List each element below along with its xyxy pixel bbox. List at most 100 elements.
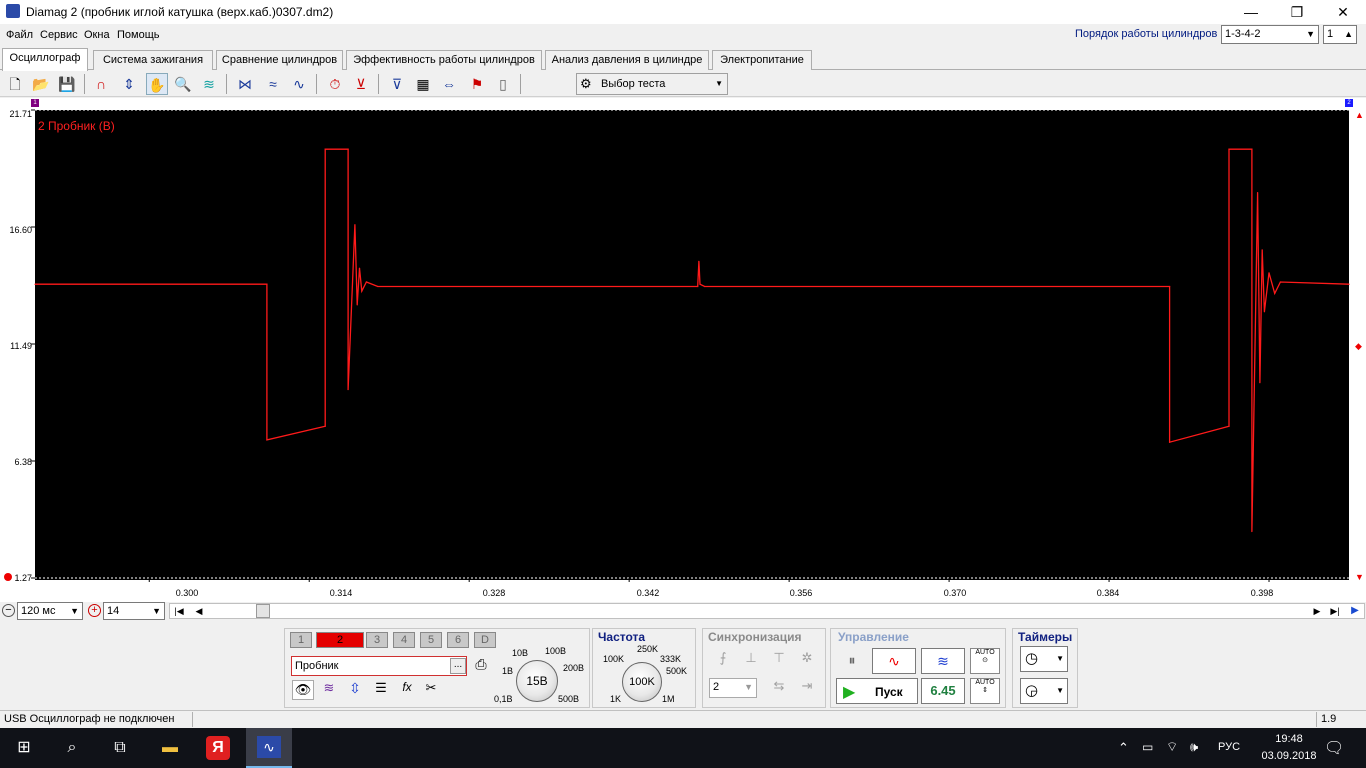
zero-level-icon[interactable]: ⊻	[350, 73, 372, 95]
tab-cylinder-compare[interactable]: Сравнение цилиндров	[216, 50, 343, 70]
minimize-button[interactable]: —	[1228, 0, 1274, 24]
tools-icon[interactable]: ✂	[420, 680, 442, 700]
channel-3-button[interactable]: 3	[366, 632, 388, 648]
scroll-thumb[interactable]	[256, 604, 270, 618]
notifications-icon[interactable]: 🗨	[1324, 738, 1344, 758]
search-icon[interactable]: ⌕	[60, 736, 84, 760]
auto-scale-icon[interactable]: ⏱	[324, 73, 346, 95]
scroll-first-icon[interactable]: |◀	[170, 604, 188, 618]
document-icon[interactable]: ▯	[492, 73, 514, 95]
channel-number-select[interactable]: 14 ▼	[103, 602, 165, 620]
yandex-browser-icon[interactable]: Я	[206, 736, 230, 760]
wave-compress-icon[interactable]: ⋈	[234, 73, 256, 95]
cursor-icon[interactable]: ⇕	[118, 73, 140, 95]
sync-rise-icon[interactable]: ⨍	[712, 650, 734, 670]
timer-2-button[interactable]: ◶ ▼	[1020, 678, 1068, 704]
scroll-right-icon[interactable]: ▶	[1308, 604, 1326, 618]
function-icon[interactable]: fx	[396, 680, 418, 700]
zoom-icon[interactable]: 🔍	[172, 73, 194, 95]
taskbar	[0, 728, 1366, 768]
timer-1-button[interactable]: ◷ ▼	[1020, 646, 1068, 672]
tab-ignition[interactable]: Система зажигания	[93, 50, 213, 70]
channel-1-button[interactable]: 1	[290, 632, 312, 648]
battery-icon[interactable]: ▭	[1142, 740, 1153, 754]
play-forward-icon[interactable]: ▶	[1346, 604, 1364, 618]
noise-wave-button[interactable]: ≋	[921, 648, 965, 674]
tab-pressure-analysis[interactable]: Анализ давления в цилиндре	[545, 50, 709, 70]
channel-d-button[interactable]: D	[474, 632, 496, 648]
clock-time[interactable]: 19:48	[1262, 733, 1316, 745]
toolbar-separator	[378, 74, 379, 94]
probe-more-button[interactable]: ...	[450, 658, 466, 674]
menu-file[interactable]: Файл	[6, 29, 33, 41]
noise-wave-icon[interactable]: ≋	[318, 680, 340, 700]
filter-icon[interactable]: ≋	[198, 73, 220, 95]
tray-expand-icon[interactable]: ⌃	[1118, 740, 1129, 756]
channel-5-button[interactable]: 5	[420, 632, 442, 648]
close-button[interactable]: ✕	[1320, 0, 1366, 24]
zoom-in-icon[interactable]: +	[88, 604, 101, 617]
auto-level-button[interactable]: AUTO ⇕	[970, 678, 1000, 704]
sync-spark-icon[interactable]: ✲	[796, 650, 818, 670]
voltage-knob[interactable]: 15В	[516, 660, 558, 702]
wave-overlay-icon[interactable]: ∿	[288, 73, 310, 95]
run-button[interactable]: ▶ Пуск	[836, 678, 918, 704]
diamag-taskbar-item[interactable]: ∿	[246, 728, 292, 768]
pause-icon[interactable]: ⏸	[838, 648, 866, 674]
test-select[interactable]: ⚙ Выбор теста ▼	[576, 73, 728, 95]
file-explorer-icon[interactable]: ▬	[158, 736, 182, 760]
volume-icon[interactable]: 🕪	[1190, 739, 1198, 755]
menu-help[interactable]: Помощь	[117, 29, 160, 41]
sync-fall-icon[interactable]: ⊤	[768, 650, 790, 670]
language-indicator[interactable]: РУС	[1218, 741, 1240, 753]
zoom-out-icon[interactable]: −	[2, 604, 15, 617]
timebase-select[interactable]: 120 мс ▼	[17, 602, 83, 620]
sync-front-icon[interactable]: ⊥	[740, 650, 762, 670]
probe-settings-icon[interactable]: ⎙	[471, 656, 491, 676]
channel-2-button[interactable]: 2	[316, 632, 364, 648]
table-icon[interactable]: ▦	[412, 73, 434, 95]
vertical-scale-icon[interactable]: ⇳	[344, 680, 366, 700]
auto-sync-button[interactable]: AUTO ⊙	[970, 648, 1000, 674]
horizontal-scrollbar[interactable]: |◀ ◀ ▶ ▶| ▶	[169, 603, 1365, 619]
sync-level-icon[interactable]: ⇆	[768, 678, 790, 698]
sync-center-icon[interactable]: ⇥	[796, 678, 818, 698]
wave-stack-icon[interactable]: ≈	[262, 73, 284, 95]
signal-icon[interactable]: ∩	[90, 73, 112, 95]
tab-oscilloscope[interactable]: Осциллограф	[2, 48, 88, 71]
new-file-icon[interactable]: 🗋	[4, 73, 26, 95]
test-select-label: Выбор теста	[601, 78, 666, 90]
timer-clock-icon: ◶	[1025, 682, 1039, 699]
sine-wave-button[interactable]: ∿	[872, 648, 916, 674]
hand-tool-icon[interactable]: ✋	[146, 73, 168, 95]
cylinder-value: 1	[1327, 28, 1334, 40]
probe-field[interactable]: Пробник ...	[291, 656, 467, 676]
open-folder-icon[interactable]: 📂	[30, 73, 52, 95]
frequency-knob[interactable]: 100K	[622, 662, 662, 702]
tab-cylinder-efficiency[interactable]: Эффективность работы цилиндров	[346, 50, 542, 70]
channel-6-button[interactable]: 6	[447, 632, 469, 648]
chevron-down-icon: ▼	[152, 606, 161, 616]
lines-icon[interactable]: ☰	[370, 680, 392, 700]
auto-sync-label: AUTO	[975, 649, 995, 656]
tab-power[interactable]: Электропитание	[712, 50, 812, 70]
cylinder-order-select[interactable]: 1-3-4-2 ▼	[1221, 25, 1319, 44]
sync-channel-select[interactable]: 2 ▼	[709, 678, 757, 698]
eye-icon[interactable]: 👁	[292, 680, 314, 700]
scroll-last-icon[interactable]: ▶|	[1326, 604, 1344, 618]
split-icon[interactable]: ⇔	[438, 73, 460, 95]
save-icon[interactable]: 💾	[56, 73, 78, 95]
scroll-left-icon[interactable]: ◀	[190, 604, 208, 618]
trigger-filter-icon[interactable]: ⊽	[386, 73, 408, 95]
channel-4-button[interactable]: 4	[393, 632, 415, 648]
maximize-button[interactable]: ❐	[1274, 0, 1320, 24]
clock-date[interactable]: 03.09.2018	[1254, 750, 1324, 762]
windows-start-icon[interactable]: ⊞	[12, 736, 36, 760]
cylinder-select[interactable]: 1 ▲	[1323, 25, 1357, 44]
menu-service[interactable]: Сервис	[40, 29, 78, 41]
task-view-icon[interactable]: ⧉	[108, 736, 132, 760]
network-icon[interactable]: ⌔	[1166, 739, 1178, 755]
trace-point	[377, 285, 379, 288]
flag-icon[interactable]: ⚑	[466, 73, 488, 95]
menu-windows[interactable]: Окна	[84, 29, 110, 41]
